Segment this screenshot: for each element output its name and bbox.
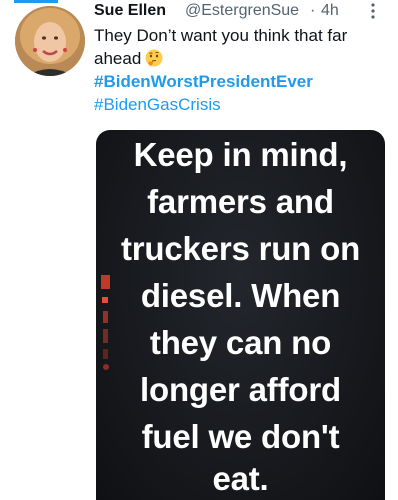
watermark-logo-icon: [101, 275, 110, 370]
media-text-line: fuel we don't: [141, 418, 340, 455]
hashtag-link-biden-worst-president[interactable]: #BidenWorstPresidentEver: [94, 70, 390, 93]
avatar[interactable]: [15, 6, 85, 76]
media-text-line: farmers and: [147, 183, 334, 220]
media-text-line: eat.: [212, 460, 269, 497]
media-text-line: longer afford: [140, 371, 341, 408]
more-options-icon[interactable]: [370, 2, 376, 20]
separator-dot: ·: [310, 2, 316, 19]
media-text-line: diesel. When: [140, 277, 341, 314]
media-text-line: truckers run on: [120, 230, 361, 267]
thinking-face-icon: [145, 49, 163, 67]
avatar-photo: [15, 6, 85, 76]
media-text-line: they can no: [149, 324, 332, 361]
author-name[interactable]: Sue Ellen: [94, 2, 166, 20]
media-text-line: Keep in mind,: [133, 136, 348, 173]
tweet-content: Sue Ellen @EstergrenSue · 4h They Don’t …: [94, 0, 390, 116]
tweet-media-image[interactable]: Keep in mind, farmers and truckers run o…: [96, 130, 385, 500]
tweet-text: They Don’t want you think that far ahead: [94, 24, 354, 70]
hashtag-link-biden-gas-crisis[interactable]: #BidenGasCrisis: [94, 93, 390, 116]
tweet-text-content: They Don’t want you think that far ahead: [94, 26, 348, 68]
author-handle[interactable]: @EstergrenSue: [185, 2, 299, 20]
tweet-timestamp[interactable]: 4h: [321, 2, 339, 20]
top-accent-bar: [14, 0, 58, 3]
tweet-header: Sue Ellen @EstergrenSue · 4h: [94, 0, 390, 22]
